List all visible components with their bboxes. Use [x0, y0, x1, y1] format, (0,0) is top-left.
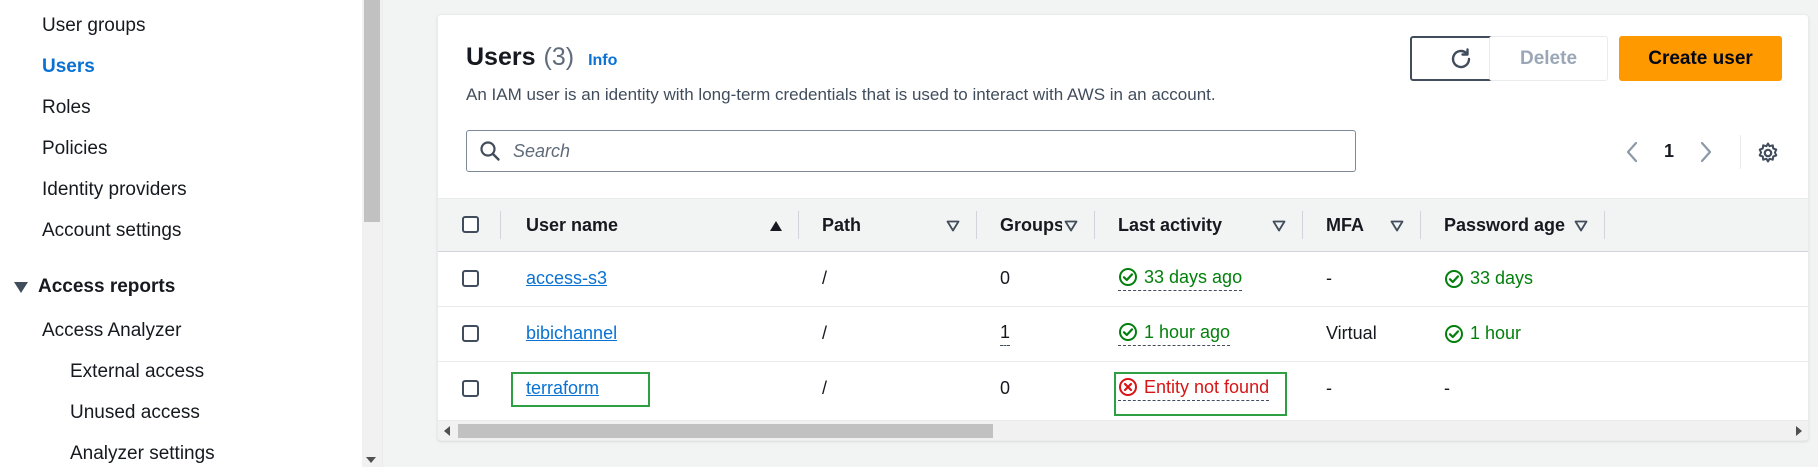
groups-count-link[interactable]: 1 [1000, 322, 1011, 346]
sort-icon[interactable] [1574, 220, 1588, 232]
column-divider [798, 211, 799, 239]
delete-button[interactable]: Delete [1489, 36, 1608, 81]
navigation-sidebar: User groups Users Roles Policies Identit… [0, 0, 362, 467]
column-divider [1604, 211, 1605, 239]
mfa-cell: - [1326, 268, 1332, 288]
check-circle-icon [1445, 324, 1463, 343]
column-header-groups[interactable]: Groups [1000, 199, 1062, 251]
panel-header: Users (3) Info [466, 43, 617, 72]
chevron-right-icon[interactable] [1698, 141, 1714, 163]
sidebar-item-user-groups[interactable]: User groups [42, 15, 146, 37]
sidebar-item-account-settings[interactable]: Account settings [42, 220, 181, 242]
sidebar-item-identity-providers[interactable]: Identity providers [42, 179, 187, 201]
last-activity-text: 1 hour ago [1144, 321, 1231, 342]
groups-cell: 0 [1000, 378, 1011, 398]
password-age-cell: - [1444, 378, 1450, 398]
access-reports-label: Access reports [38, 276, 176, 297]
column-header-mfa[interactable]: MFA [1326, 199, 1364, 251]
check-circle-icon [1445, 269, 1463, 288]
highlight-box-last-activity [1114, 372, 1287, 416]
password-age-text: 1 hour [1470, 323, 1522, 343]
table-header: User name Path Groups Last activity MFA … [438, 198, 1808, 252]
path-cell: / [822, 268, 828, 288]
scroll-down-arrow-icon[interactable] [366, 457, 376, 463]
page-title: Users [466, 43, 536, 71]
sort-icon[interactable] [946, 220, 960, 232]
table-row[interactable]: bibichannel / 1 1 hour ago Virtual 1 hou… [438, 306, 1808, 362]
sidebar-item-roles[interactable]: Roles [42, 97, 91, 119]
column-header-password-age[interactable]: Password age [1444, 199, 1565, 251]
sidebar-item-analyzer-settings[interactable]: Analyzer settings [70, 443, 215, 465]
search-input[interactable] [511, 139, 1335, 163]
mfa-cell: Virtual [1326, 323, 1377, 343]
table-horizontal-scrollbar[interactable] [438, 420, 1808, 440]
last-activity-status[interactable]: 33 days ago [1118, 266, 1243, 291]
last-activity-status[interactable]: 1 hour ago [1118, 321, 1231, 346]
access-reports-section-toggle[interactable]: Access reports [14, 276, 175, 298]
sort-icon[interactable] [1390, 220, 1404, 232]
row-checkbox[interactable] [462, 325, 479, 342]
path-cell: / [822, 378, 828, 398]
row-checkbox[interactable] [462, 380, 479, 397]
page-number[interactable]: 1 [1664, 141, 1674, 162]
column-divider [500, 211, 501, 239]
scroll-right-arrow-icon[interactable] [1796, 426, 1802, 436]
user-name-link[interactable]: bibichannel [526, 323, 617, 344]
sort-icon[interactable] [1272, 220, 1286, 232]
check-circle-icon [1119, 323, 1137, 341]
info-link[interactable]: Info [588, 52, 617, 70]
pager-divider [1740, 135, 1741, 169]
scroll-left-arrow-icon[interactable] [444, 426, 450, 436]
gear-icon[interactable] [1756, 141, 1780, 165]
sidebar-item-unused-access[interactable]: Unused access [70, 402, 200, 424]
sidebar-scrollbar-thumb[interactable] [364, 0, 380, 222]
caret-down-icon [14, 281, 28, 293]
column-header-user-name[interactable]: User name [526, 199, 618, 251]
sort-ascending-icon[interactable] [769, 220, 783, 232]
highlight-box-user-name [511, 372, 650, 407]
column-divider [1302, 211, 1303, 239]
groups-cell: 0 [1000, 268, 1011, 288]
select-all-checkbox[interactable] [462, 216, 479, 233]
table-row[interactable]: access-s3 / 0 33 days ago - 33 days [438, 251, 1808, 307]
horizontal-scrollbar-thumb[interactable] [458, 424, 993, 438]
refresh-icon [1451, 47, 1470, 68]
sidebar-item-policies[interactable]: Policies [42, 138, 107, 160]
password-age-status: 1 hour [1444, 323, 1521, 344]
user-count: (3) [543, 43, 575, 71]
users-panel: Users (3) Info An IAM user is an identit… [437, 14, 1809, 441]
password-age-text: 33 days [1470, 268, 1534, 288]
sidebar-item-access-analyzer[interactable]: Access Analyzer [42, 320, 181, 342]
column-divider [1094, 211, 1095, 239]
column-divider [976, 211, 977, 239]
row-checkbox[interactable] [462, 270, 479, 287]
panel-description: An IAM user is an identity with long-ter… [466, 85, 1216, 104]
password-age-status: 33 days [1444, 268, 1533, 289]
column-header-last-activity[interactable]: Last activity [1118, 199, 1222, 251]
sidebar-item-external-access[interactable]: External access [70, 361, 204, 383]
check-circle-icon [1119, 268, 1137, 286]
column-header-path[interactable]: Path [822, 199, 861, 251]
sort-icon[interactable] [1064, 220, 1078, 232]
user-name-link[interactable]: access-s3 [526, 268, 607, 289]
last-activity-text: 33 days ago [1144, 266, 1243, 287]
path-cell: / [822, 323, 828, 343]
search-icon [480, 141, 500, 161]
chevron-left-icon[interactable] [1624, 141, 1640, 163]
mfa-cell: - [1326, 378, 1332, 398]
sidebar-item-users[interactable]: Users [42, 56, 95, 78]
column-divider [1420, 211, 1421, 239]
search-bar[interactable] [466, 130, 1356, 172]
create-user-button[interactable]: Create user [1619, 36, 1782, 81]
